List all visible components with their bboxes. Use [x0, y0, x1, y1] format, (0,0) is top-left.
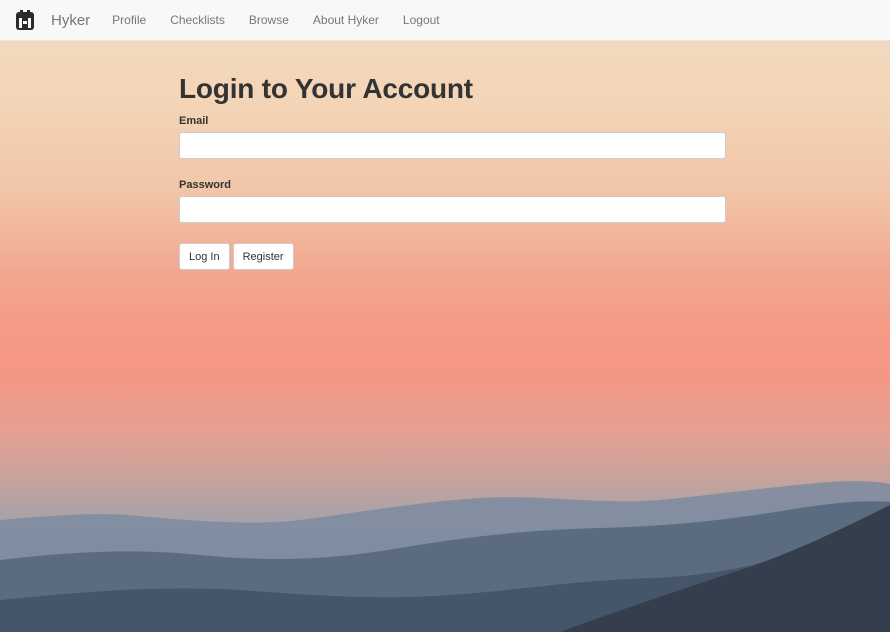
form-buttons: Log In Register	[179, 243, 726, 270]
brand-link[interactable]: Hyker	[51, 12, 90, 29]
email-label: Email	[179, 115, 209, 127]
login-form: Login to Your Account Email Password Log…	[179, 72, 726, 270]
nav-link-profile[interactable]: Profile	[112, 13, 146, 27]
email-field[interactable]	[179, 132, 726, 159]
nav-link-about[interactable]: About Hyker	[313, 13, 379, 27]
password-field[interactable]	[179, 196, 726, 223]
nav-link-browse[interactable]: Browse	[249, 13, 289, 27]
nav-link-checklists[interactable]: Checklists	[170, 13, 225, 27]
nav-link-logout[interactable]: Logout	[403, 13, 440, 27]
page-title: Login to Your Account	[179, 73, 473, 104]
login-button[interactable]: Log In	[179, 243, 230, 270]
hyker-logo-icon[interactable]	[14, 9, 36, 31]
top-navbar: Hyker Profile Checklists Browse About Hy…	[0, 0, 890, 41]
register-button[interactable]: Register	[232, 243, 294, 270]
password-label: Password	[179, 179, 231, 191]
